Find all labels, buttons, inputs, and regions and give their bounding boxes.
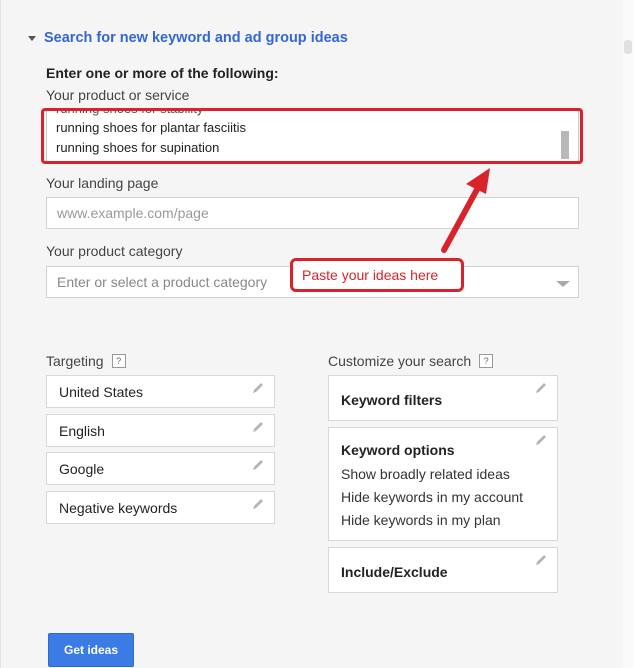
callout-text: Paste your ideas here bbox=[302, 267, 439, 283]
product-line-1: running shoes for plantar fasciitis bbox=[56, 120, 247, 135]
targeting-location-label: United States bbox=[59, 384, 144, 400]
keyword-filters-title: Keyword filters bbox=[341, 392, 443, 408]
targeting-network-label: Google bbox=[59, 461, 105, 477]
targeting-negative-label: Negative keywords bbox=[59, 500, 178, 516]
get-ideas-button[interactable]: Get ideas bbox=[48, 633, 134, 667]
include-exclude-title: Include/Exclude bbox=[341, 564, 448, 580]
include-exclude-box[interactable]: Include/Exclude bbox=[328, 547, 558, 593]
section-title[interactable]: Search for new keyword and ad group idea… bbox=[44, 30, 348, 46]
pencil-icon[interactable] bbox=[534, 381, 548, 395]
keyword-option-line: Hide keywords in my plan bbox=[341, 512, 501, 528]
section-toggle[interactable]: Search for new keyword and ad group idea… bbox=[28, 28, 348, 48]
pencil-icon[interactable] bbox=[251, 381, 265, 395]
pencil-icon[interactable] bbox=[251, 458, 265, 472]
textarea-partial-line: running shoes for stability bbox=[56, 111, 203, 116]
red-arrow-icon bbox=[441, 168, 490, 253]
keyword-option-line: Hide keywords in my account bbox=[341, 489, 524, 505]
targeting-negative-keywords[interactable]: Negative keywords bbox=[46, 491, 275, 524]
targeting-location[interactable]: United States bbox=[46, 375, 275, 408]
category-label: Your product category bbox=[46, 243, 183, 259]
keyword-filters-box[interactable]: Keyword filters bbox=[328, 375, 558, 421]
customize-title: Customize your search bbox=[328, 353, 472, 369]
pencil-icon[interactable] bbox=[534, 433, 548, 447]
paste-ideas-callout: Paste your ideas here bbox=[290, 258, 464, 292]
targeting-language-label: English bbox=[59, 423, 105, 439]
page-scrollbar[interactable] bbox=[623, 0, 633, 668]
category-placeholder: Enter or select a product category bbox=[57, 274, 268, 290]
pencil-icon[interactable] bbox=[534, 553, 548, 567]
product-label: Your product or service bbox=[46, 87, 190, 103]
landing-label: Your landing page bbox=[46, 175, 159, 191]
caret-down-icon bbox=[28, 36, 36, 41]
form-instruction: Enter one or more of the following: bbox=[46, 65, 279, 81]
page-scroll-thumb[interactable] bbox=[624, 40, 632, 54]
dropdown-arrow-icon bbox=[556, 281, 570, 287]
product-textarea[interactable]: running shoes for stability running shoe… bbox=[46, 110, 579, 164]
pencil-icon[interactable] bbox=[251, 497, 265, 511]
keyword-option-line: Show broadly related ideas bbox=[341, 466, 510, 482]
pencil-icon[interactable] bbox=[251, 420, 265, 434]
product-line-2: running shoes for supination bbox=[56, 140, 220, 155]
customize-heading: Customize your search ? bbox=[328, 353, 494, 369]
keyword-options-box[interactable]: Keyword options Show broadly related ide… bbox=[328, 427, 558, 541]
textarea-scrollbar[interactable] bbox=[561, 131, 569, 159]
targeting-network[interactable]: Google bbox=[46, 452, 275, 485]
keyword-options-title: Keyword options bbox=[341, 442, 455, 458]
targeting-heading: Targeting ? bbox=[46, 353, 126, 369]
help-icon[interactable]: ? bbox=[479, 354, 494, 368]
targeting-language[interactable]: English bbox=[46, 414, 275, 447]
targeting-title: Targeting bbox=[46, 353, 104, 369]
help-icon[interactable]: ? bbox=[111, 354, 126, 368]
